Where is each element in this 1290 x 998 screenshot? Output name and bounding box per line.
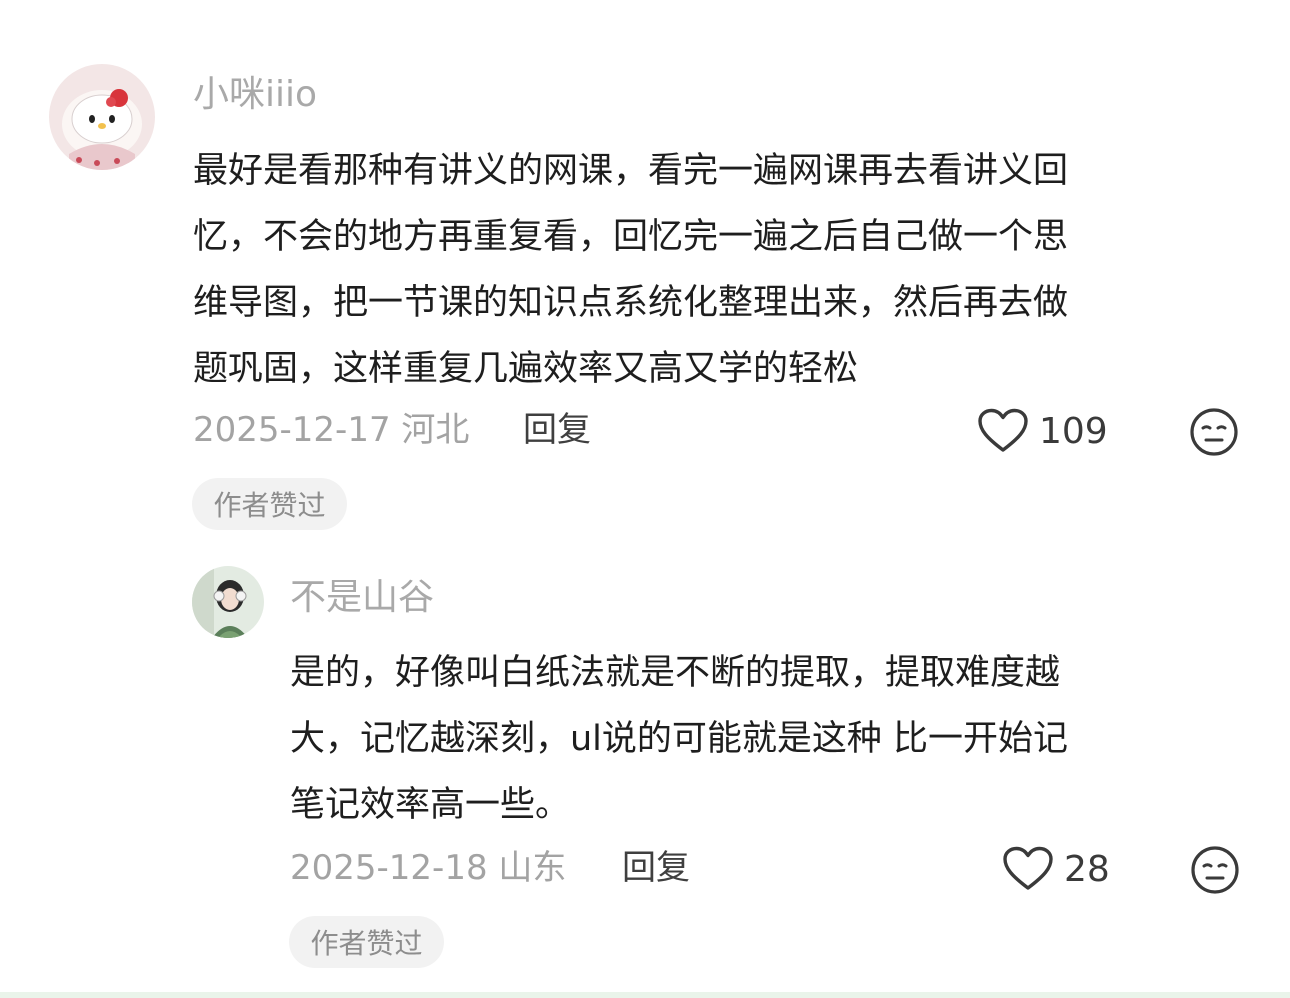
avatar-image — [49, 64, 155, 170]
comment-text-line: 是的，好像叫白纸法就是不断的提取，提取难度越 — [290, 653, 1061, 693]
comment-date-location: 2025-12-18 山东 — [290, 848, 567, 888]
author-liked-badge: 作者赞过 — [289, 916, 444, 968]
comment-username[interactable]: 不是山谷 — [290, 576, 434, 620]
reply-button[interactable]: 回复 — [523, 408, 591, 452]
comment-text-line: 笔记效率高一些。 — [290, 785, 571, 825]
neutral-face-icon — [1190, 408, 1238, 456]
bottom-edge — [0, 992, 1290, 998]
comment-text: 是的，好像叫白纸法就是不断的提取，提取难度越 大，记忆越深刻，ul说的可能就是这… — [290, 640, 1068, 838]
comment-username[interactable]: 小咪iiio — [193, 74, 317, 116]
comment-text-line: 忆，不会的地方再重复看，回忆完一遍之后自己做一个思 — [193, 217, 1069, 257]
avatar-image — [192, 566, 264, 638]
comment-text-line: 大，记忆越深刻，ul说的可能就是这种 比一开始记 — [290, 719, 1069, 759]
like-count: 28 — [1064, 848, 1110, 890]
heart-outline-icon — [978, 408, 1028, 452]
comment-text-line: 最好是看那种有讲义的网课，看完一遍网课再去看讲义回 — [193, 151, 1069, 191]
reply-button[interactable]: 回复 — [622, 846, 690, 890]
dislike-button[interactable] — [1189, 407, 1239, 457]
like-button[interactable]: 28 — [1002, 844, 1110, 894]
like-count: 109 — [1039, 410, 1108, 452]
avatar[interactable] — [192, 566, 264, 638]
author-liked-badge: 作者赞过 — [192, 478, 347, 530]
neutral-face-icon — [1191, 846, 1239, 894]
comment-text-line: 题巩固，这样重复几遍效率又高又学的轻松 — [193, 349, 859, 389]
comment-text: 最好是看那种有讲义的网课，看完一遍网课再去看讲义回 忆，不会的地方再重复看，回忆… — [193, 138, 1068, 402]
comment-text-line: 维导图，把一节课的知识点系统化整理出来，然后再去做 — [193, 283, 1069, 323]
heart-outline-icon — [1003, 846, 1053, 890]
dislike-button[interactable] — [1190, 845, 1240, 895]
avatar[interactable] — [49, 64, 155, 170]
comment-date-location: 2025-12-17 河北 — [193, 410, 470, 450]
like-button[interactable]: 109 — [977, 406, 1108, 456]
